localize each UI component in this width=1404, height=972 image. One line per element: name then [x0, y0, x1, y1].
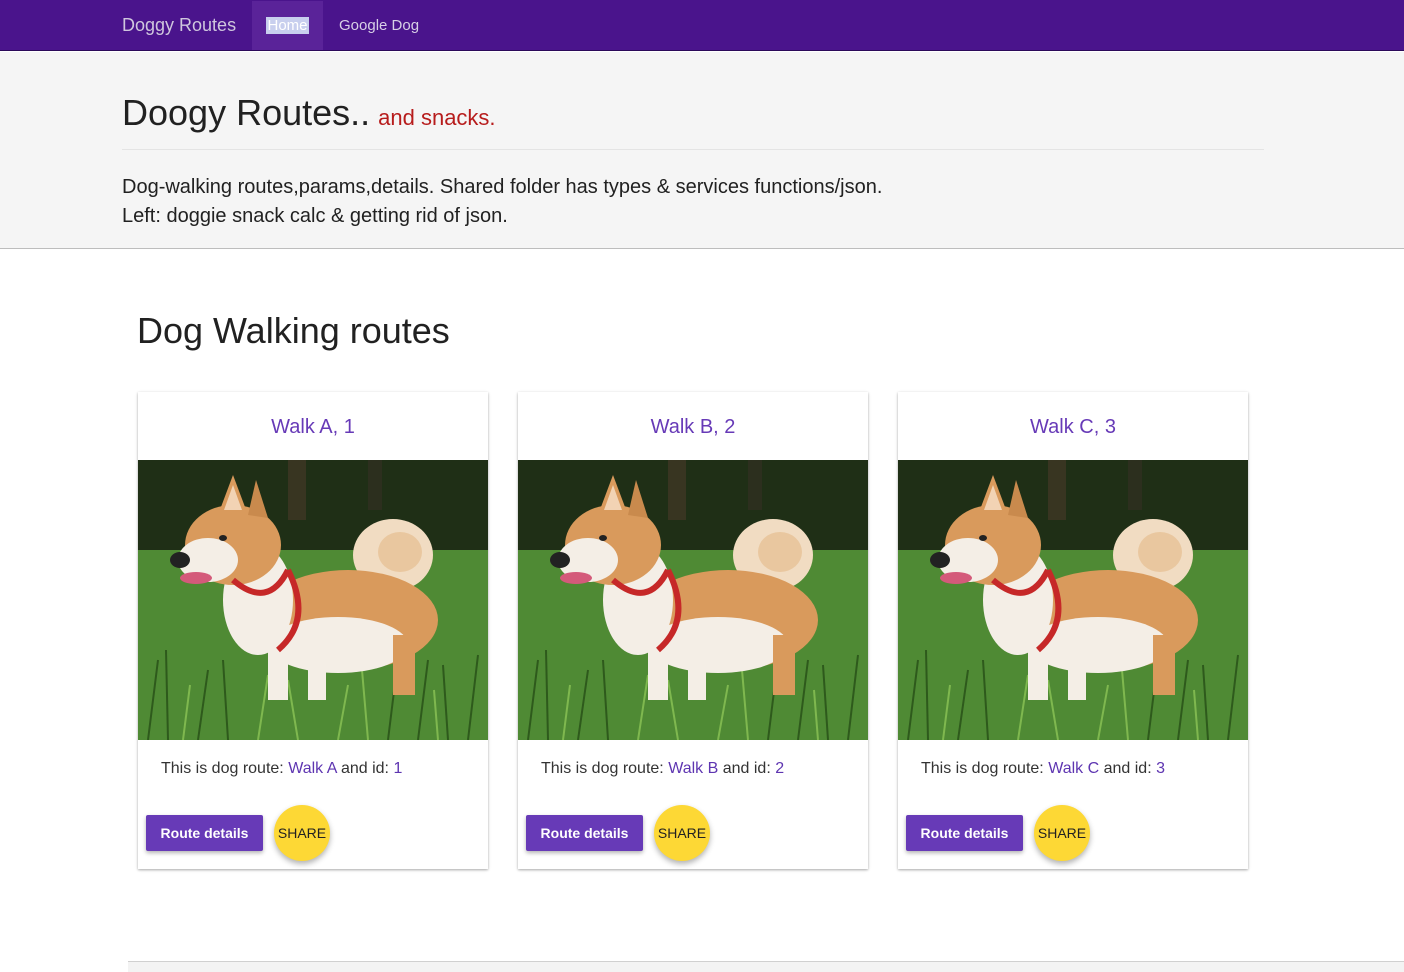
- nav-home[interactable]: Home: [252, 1, 323, 50]
- card-text-prefix: This is dog route:: [161, 760, 284, 777]
- jumbotron-description: Dog-walking routes,params,details. Share…: [122, 173, 882, 231]
- nav-home-label: Home: [266, 17, 309, 34]
- card-text-prefix: This is dog route:: [921, 760, 1044, 777]
- card-route-name: Walk B: [668, 760, 719, 777]
- page-subtitle: and snacks.: [378, 105, 496, 130]
- card-title: Walk C, 3: [1030, 416, 1116, 438]
- card-route-id: 3: [1156, 760, 1166, 777]
- card-text: This is dog route: Walk A and id: 1: [161, 760, 402, 778]
- card-text-mid: and id:: [1103, 760, 1152, 777]
- jumbotron: Doogy Routes.. and snacks. Dog-walking ro…: [0, 52, 1404, 249]
- card-text-mid: and id:: [340, 760, 389, 777]
- route-details-button[interactable]: Route details: [526, 815, 643, 851]
- card-text-mid: and id:: [722, 760, 771, 777]
- share-button[interactable]: SHARE: [654, 805, 710, 861]
- devtools-strip: [128, 961, 1404, 972]
- page-title: Doogy Routes.. and snacks.: [122, 92, 496, 134]
- share-button[interactable]: SHARE: [274, 805, 330, 861]
- card-title: Walk B, 2: [650, 416, 736, 438]
- route-card: Walk B, 2 This is dog route: Walk B and …: [518, 392, 868, 869]
- navbar: Doggy Routes Home Google Dog: [0, 0, 1404, 51]
- card-text: This is dog route: Walk C and id: 3: [921, 760, 1165, 778]
- card-text: This is dog route: Walk B and id: 2: [541, 760, 784, 778]
- card-route-name: Walk C: [1048, 760, 1100, 777]
- nav-google-dog[interactable]: Google Dog: [339, 1, 419, 50]
- card-title: Walk A, 1: [271, 416, 355, 438]
- route-details-button[interactable]: Route details: [146, 815, 263, 851]
- section-title: Dog Walking routes: [137, 310, 450, 351]
- page-title-text: Doogy Routes..: [122, 92, 371, 133]
- card-text-prefix: This is dog route:: [541, 760, 664, 777]
- dog-image: [898, 460, 1248, 740]
- route-card: Walk A, 1 This is dog route: Walk A and …: [138, 392, 488, 869]
- share-button[interactable]: SHARE: [1034, 805, 1090, 861]
- dog-image: [138, 460, 488, 740]
- route-card: Walk C, 3 This is dog route: Walk C and …: [898, 392, 1248, 869]
- card-route-id: 1: [393, 760, 403, 777]
- card-route-name: Walk A: [288, 760, 337, 777]
- card-route-id: 2: [775, 760, 785, 777]
- description-line-1: Dog-walking routes,params,details. Share…: [122, 176, 883, 198]
- route-details-button[interactable]: Route details: [906, 815, 1023, 851]
- brand-link[interactable]: Doggy Routes: [122, 0, 236, 51]
- dog-image: [518, 460, 868, 740]
- description-line-2: Left: doggie snack calc & getting rid of…: [122, 205, 508, 227]
- divider: [122, 149, 1264, 150]
